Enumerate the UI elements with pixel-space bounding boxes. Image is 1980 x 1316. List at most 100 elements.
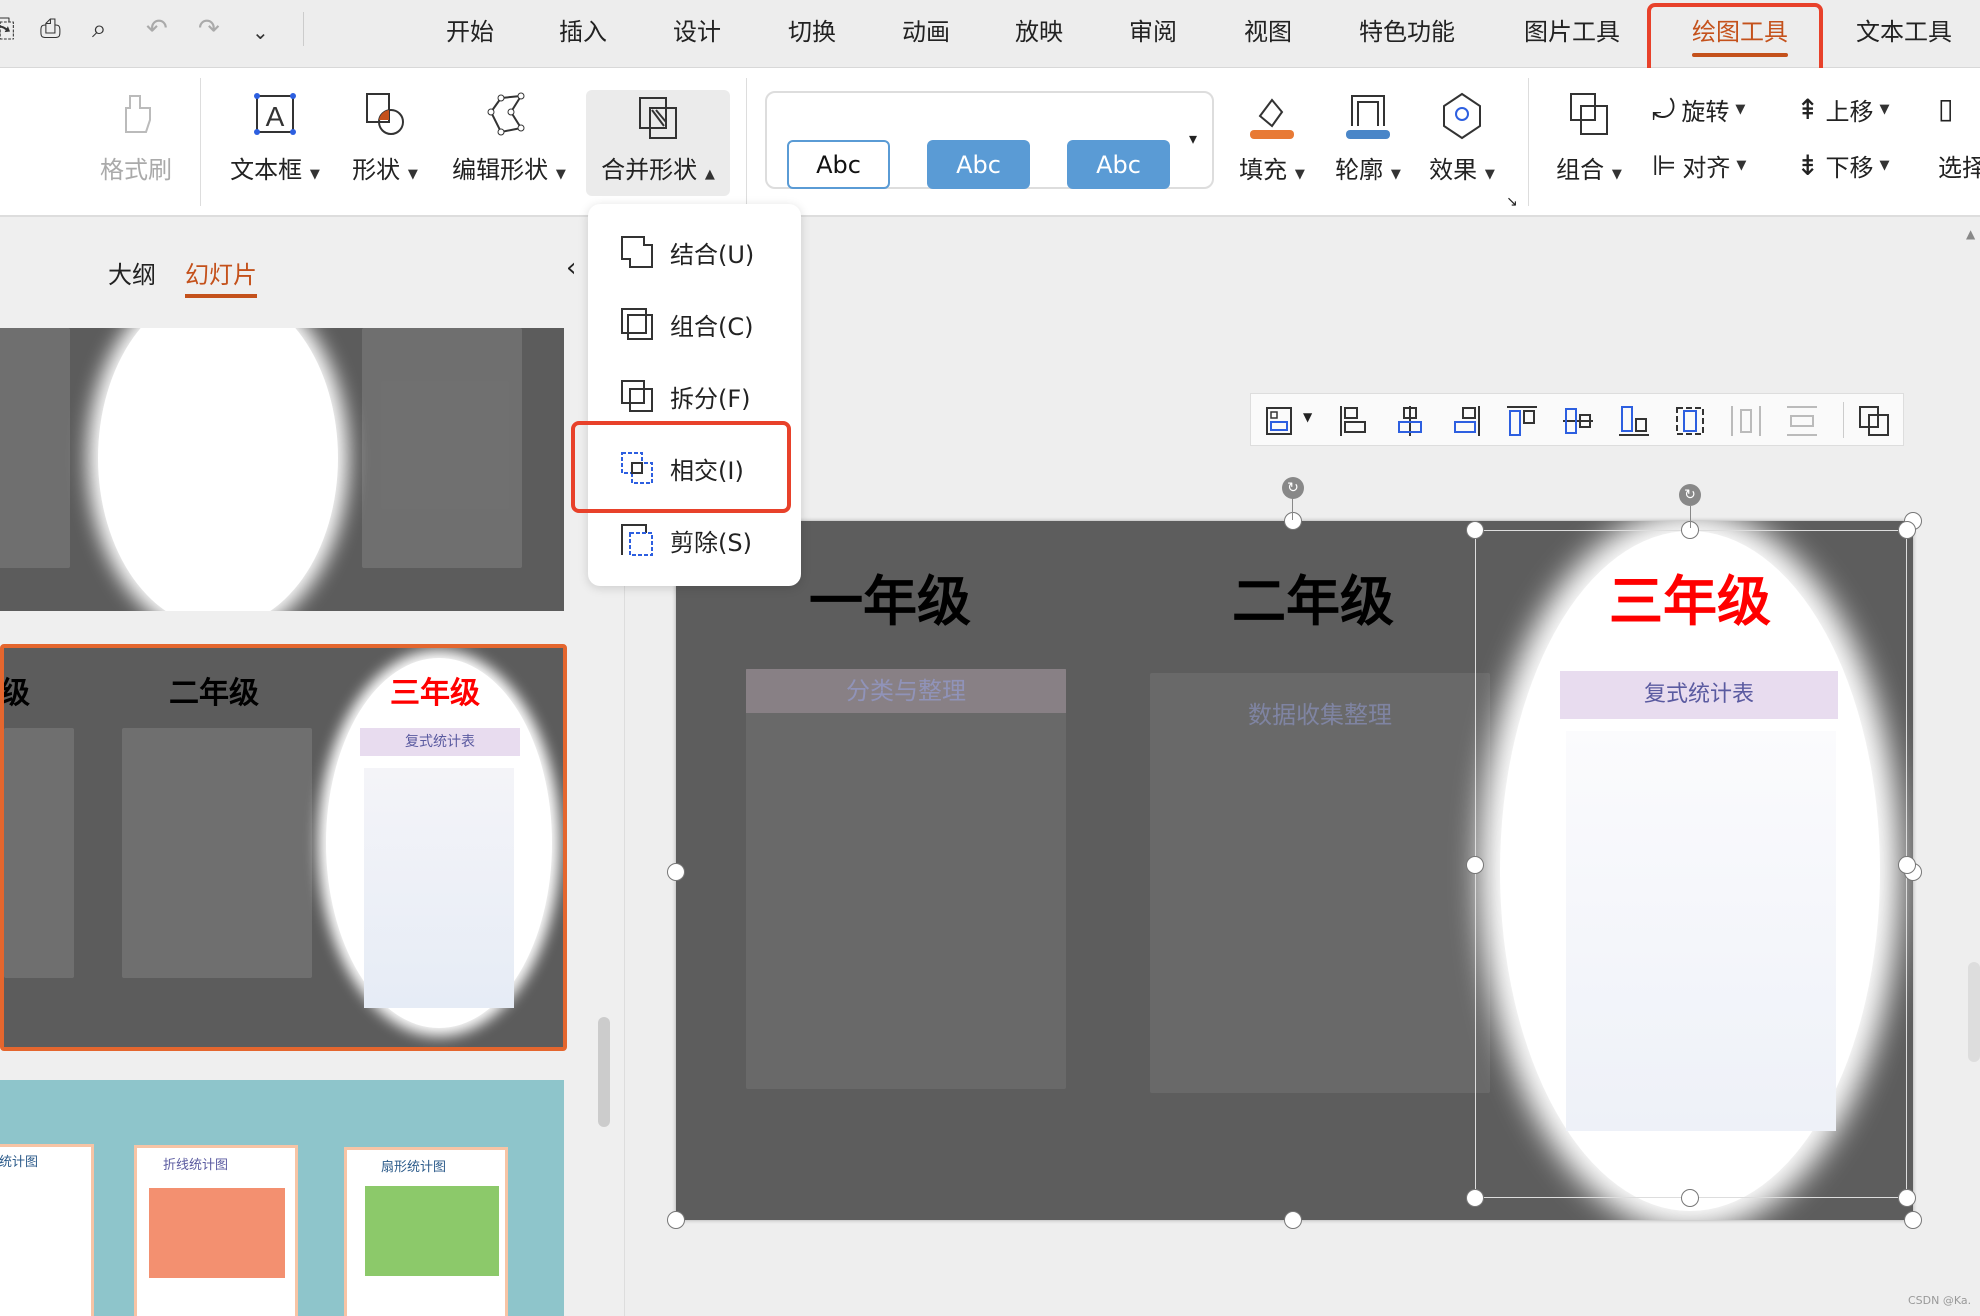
print-icon[interactable]: ⎙	[40, 14, 61, 45]
group-button[interactable]: 组合 ▼	[1549, 68, 1629, 217]
menu-item-union[interactable]: 结合(U)	[620, 232, 754, 272]
tab-picture-tools[interactable]: 图片工具	[1524, 12, 1620, 47]
textbox-label: 文本框 ▼	[230, 156, 320, 184]
rotate-handle-icon[interactable]: ↻	[1282, 477, 1304, 499]
bring-forward-button[interactable]: ⇞ 上移 ▼	[1796, 92, 1889, 127]
panel-scrollbar[interactable]	[598, 1017, 610, 1127]
resize-handle[interactable]	[1898, 856, 1916, 874]
send-backward-button[interactable]: ⇟ 下移 ▼	[1796, 148, 1889, 183]
resize-handle[interactable]	[1466, 856, 1484, 874]
tab-special[interactable]: 特色功能	[1359, 12, 1455, 47]
textbook-page: 数据收集整理	[1150, 673, 1490, 1093]
group-icon[interactable]	[1857, 404, 1891, 438]
resize-handle[interactable]	[1284, 512, 1302, 530]
style-filled-1[interactable]: Abc	[927, 140, 1030, 189]
align-middle-icon[interactable]	[1561, 404, 1595, 438]
slide-title-grade-2: 二年级	[1232, 570, 1394, 633]
shape-label: 形状 ▼	[352, 156, 418, 184]
ellipse-spotlight	[98, 328, 338, 611]
distribute-icon[interactable]	[1673, 404, 1707, 438]
align-left-icon[interactable]	[1337, 404, 1371, 438]
slide-thumbnail-2-selected[interactable]: 级 二年级 三年级 复式统计表	[0, 644, 567, 1051]
effect-label: 效果 ▼	[1429, 156, 1495, 184]
rotation-stem	[1690, 506, 1691, 528]
edit-shape-button[interactable]: 编辑形状 ▼	[444, 68, 574, 217]
save-icon[interactable]: ⎘	[0, 14, 15, 45]
canvas-scrollbar[interactable]	[1968, 962, 1980, 1062]
textbook-page: 分类与整理	[746, 669, 1066, 1089]
tab-start[interactable]: 开始	[446, 12, 494, 47]
resize-handle[interactable]	[1898, 521, 1916, 539]
subtract-icon	[621, 524, 653, 556]
tab-design[interactable]: 设计	[673, 12, 721, 47]
bring-forward-icon: ⇞	[1796, 93, 1820, 126]
textbook-content	[364, 768, 514, 1008]
align-button[interactable]: ⊫ 对齐 ▼	[1652, 148, 1746, 183]
more-icon[interactable]: ⌄	[252, 20, 269, 44]
tab-view[interactable]: 视图	[1244, 12, 1292, 47]
textbook-page	[122, 728, 312, 978]
effect-icon	[1443, 92, 1481, 140]
divider	[746, 78, 747, 206]
highlight-box-intersect	[571, 421, 791, 513]
resize-handle[interactable]	[667, 863, 685, 881]
dialog-launcher-icon[interactable]: ↘	[1506, 194, 1518, 210]
redo-icon[interactable]: ↷	[198, 14, 220, 44]
select-button[interactable]: 选择	[1938, 148, 1980, 183]
resize-handle[interactable]	[1904, 1211, 1922, 1229]
textbox-button[interactable]: A 文本框 ▼	[225, 68, 325, 217]
slide-thumbnail-1[interactable]	[0, 328, 564, 611]
align-bottom-icon[interactable]	[1617, 404, 1651, 438]
tab-text-tools[interactable]: 文本工具	[1856, 12, 1952, 47]
tab-animation[interactable]: 动画	[902, 12, 950, 47]
menu-item-combine[interactable]: 组合(C)	[620, 304, 753, 344]
align-center-icon[interactable]	[1393, 404, 1427, 438]
tab-insert[interactable]: 插入	[559, 12, 607, 47]
effect-button[interactable]: 效果 ▼	[1417, 68, 1507, 217]
gallery-expand-icon[interactable]: ▾	[1189, 129, 1197, 148]
undo-icon[interactable]: ↶	[146, 14, 168, 44]
style-outline[interactable]: Abc	[787, 140, 890, 189]
resize-handle[interactable]	[1681, 1189, 1699, 1207]
style-filled-2[interactable]: Abc	[1067, 140, 1170, 189]
merge-shape-button[interactable]: 合并形状 ▲	[586, 90, 730, 196]
align-right-icon[interactable]	[1449, 404, 1483, 438]
fill-button[interactable]: 填充 ▼	[1227, 68, 1317, 217]
align-top-icon[interactable]	[1505, 404, 1539, 438]
menu-item-subtract[interactable]: 剪除(S)	[620, 520, 752, 560]
tab-outline[interactable]: 大纲	[108, 255, 156, 290]
scroll-up-icon[interactable]: ▲	[1966, 227, 1975, 241]
paint-bucket-icon	[1250, 98, 1294, 139]
print-preview-icon[interactable]: ⌕	[92, 14, 107, 45]
tab-transition[interactable]: 切换	[788, 12, 836, 47]
resize-handle[interactable]	[1898, 1189, 1916, 1207]
textbox-icon: A	[254, 93, 296, 135]
combine-icon	[621, 308, 653, 340]
chevron-down-icon[interactable]: ▼	[1303, 410, 1312, 424]
tab-slides[interactable]: 幻灯片	[185, 255, 257, 298]
rotate-handle-icon[interactable]: ↻	[1679, 484, 1701, 506]
resize-handle[interactable]	[667, 1211, 685, 1229]
tab-slideshow[interactable]: 放映	[1015, 12, 1063, 47]
distribute-vertical-icon[interactable]	[1785, 404, 1819, 438]
selection-frame	[1475, 530, 1907, 1198]
rotate-icon: ⤾	[1652, 92, 1676, 126]
merge-shape-label: 合并形状 ▲	[601, 156, 715, 184]
resize-handle[interactable]	[1466, 1189, 1484, 1207]
format-painter-button[interactable]: 格式刷	[86, 68, 186, 217]
resize-handle[interactable]	[1466, 521, 1484, 539]
fragment-icon	[621, 380, 653, 412]
slide-thumbnail-3[interactable]: 统计图 折线统计图 扇形统计图	[0, 1080, 564, 1316]
menu-item-fragment[interactable]: 拆分(F)	[620, 376, 751, 416]
resize-handle[interactable]	[1284, 1211, 1302, 1229]
tab-review[interactable]: 审阅	[1129, 12, 1177, 47]
divider	[200, 78, 201, 206]
rotate-button[interactable]: ⤾ 旋转 ▼	[1652, 92, 1745, 127]
shape-button[interactable]: 形状 ▼	[340, 68, 430, 217]
collapse-panel-icon[interactable]: ‹	[566, 253, 576, 283]
selection-pane-icon[interactable]: ▯	[1938, 92, 1953, 125]
distribute-horizontal-icon[interactable]	[1729, 404, 1763, 438]
outline-button[interactable]: 轮廓 ▼	[1323, 68, 1413, 217]
align-left-icon: ⊫	[1652, 149, 1677, 182]
align-to-icon[interactable]	[1265, 404, 1299, 438]
